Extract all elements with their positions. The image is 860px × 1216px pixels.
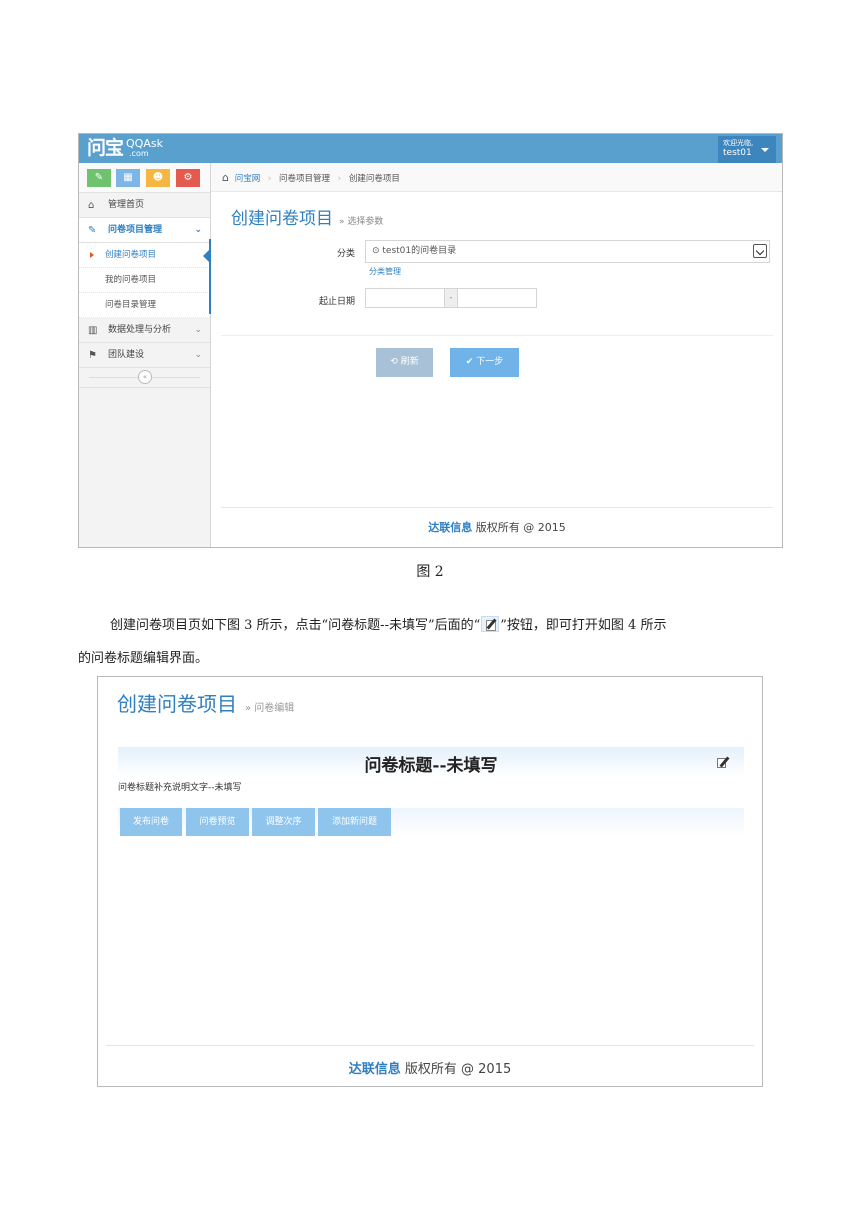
users-icon[interactable]: ☻ <box>146 169 170 187</box>
flag-icon: ⚑ <box>88 350 97 361</box>
footer-copyright: 版权所有 @ 2015 <box>404 1062 512 1077</box>
footer-copyright: 版权所有 @ 2015 <box>475 521 566 534</box>
footer: 达联信息 版权所有 @ 2015 <box>98 1058 762 1077</box>
sidebar-item-team[interactable]: ⚑ 团队建设 ⌄ <box>79 343 210 368</box>
footer-brand: 达联信息 <box>428 521 473 534</box>
sidebar-subitem-dir[interactable]: 问卷目录管理 <box>79 293 210 318</box>
breadcrumb-level1[interactable]: 问卷项目管理 <box>279 174 330 184</box>
collapse-icon[interactable]: « <box>138 370 152 384</box>
chevron-down-icon: ⌄ <box>194 350 202 360</box>
category-manage-link[interactable]: 分类管理 <box>369 266 401 277</box>
breadcrumb-current: 创建问卷项目 <box>348 174 400 184</box>
dropdown-arrow-icon[interactable] <box>753 244 767 258</box>
next-step-button[interactable]: ✔ 下一步 <box>450 348 519 377</box>
footer-brand: 达联信息 <box>348 1062 401 1077</box>
sidebar-subitem-create[interactable]: 创建问卷项目 <box>79 243 210 268</box>
figure-survey-editor: 创建问卷项目» 问卷编辑 问卷标题--未填写 问卷标题补充说明文字--未填写 发… <box>97 676 763 1087</box>
category-select[interactable]: ⊙ test01的问卷目录 <box>365 240 770 263</box>
date-separator: - <box>445 288 457 308</box>
sidebar-item-data[interactable]: ▥ 数据处理与分析 ⌄ <box>79 318 210 343</box>
bar-chart-icon: ▥ <box>88 325 98 336</box>
shortcut-bar: ✎ ▦ ☻ ⚙ <box>79 163 210 193</box>
home-icon: ⌂ <box>88 200 95 211</box>
edit-icon <box>481 616 500 632</box>
end-date-input[interactable] <box>457 288 537 308</box>
survey-toolbar: 发布问卷 问卷预览 调整次序 添加新问题 <box>118 808 744 836</box>
start-date-input[interactable] <box>365 288 445 308</box>
pencil-icon[interactable]: ✎ <box>87 169 111 187</box>
main-content: ⌂ 问宝网 › 问卷项目管理 › 创建问卷项目 创建问卷项目» 选择参数 分类 … <box>211 163 782 547</box>
date-range-label: 起止日期 <box>318 297 355 307</box>
top-navbar: 问宝 QQAsk .com 欢迎光临, test01 <box>79 134 782 163</box>
breadcrumb-root[interactable]: 问宝网 <box>235 174 261 184</box>
sidebar-collapse: « <box>79 368 210 388</box>
user-menu[interactable]: 欢迎光临, test01 <box>718 136 776 163</box>
page-title: 创建问卷项目» 问卷编辑 <box>117 692 295 716</box>
refresh-button[interactable]: ⟲ 刷新 <box>376 348 433 377</box>
breadcrumb: ⌂ 问宝网 › 问卷项目管理 › 创建问卷项目 <box>211 163 782 192</box>
caret-down-icon <box>761 148 769 152</box>
gears-icon[interactable]: ⚙ <box>176 169 200 187</box>
caret-right-icon <box>90 252 94 258</box>
page-subtitle: » 问卷编辑 <box>245 703 295 714</box>
edit-icon: ✎ <box>88 225 97 236</box>
survey-description: 问卷标题补充说明文字--未填写 <box>118 783 242 793</box>
category-label: 分类 <box>336 249 355 259</box>
add-question-button[interactable]: 添加新问题 <box>318 808 391 836</box>
sidebar-item-home[interactable]: ⌂ 管理首页 <box>79 193 210 218</box>
footer: 达联信息 版权所有 @ 2015 <box>211 519 782 535</box>
figure-caption: 图 2 <box>416 564 444 580</box>
sidebar: ✎ ▦ ☻ ⚙ ⌂ 管理首页 ✎ 问卷项目管理 ⌄ 创建问卷项目 我的问卷项目 … <box>79 163 212 547</box>
chevron-down-icon: ⌄ <box>194 325 202 335</box>
preview-button[interactable]: 问卷预览 <box>186 808 249 836</box>
sidebar-subitem-mine[interactable]: 我的问卷项目 <box>79 268 210 293</box>
chart-icon[interactable]: ▦ <box>116 169 140 187</box>
figure-create-survey-params: 问宝 QQAsk .com 欢迎光临, test01 ✎ ▦ ☻ ⚙ ⌂ 管理首… <box>78 133 783 548</box>
edit-icon[interactable] <box>716 756 730 769</box>
page-subtitle: » 选择参数 <box>339 217 384 227</box>
divider <box>221 335 773 336</box>
welcome-text: 欢迎光临, <box>723 139 754 147</box>
check-icon: ✔ <box>465 357 474 367</box>
active-notch <box>203 249 210 263</box>
reorder-button[interactable]: 调整次序 <box>252 808 315 836</box>
survey-title-bar: 问卷标题--未填写 <box>118 747 744 777</box>
publish-button[interactable]: 发布问卷 <box>120 808 182 836</box>
undo-icon: ⟲ <box>390 357 398 367</box>
sidebar-item-survey-mgmt[interactable]: ✎ 问卷项目管理 ⌄ <box>79 218 210 243</box>
site-logo[interactable]: 问宝 QQAsk .com <box>87 137 176 159</box>
chevron-down-icon: ⌄ <box>194 225 202 235</box>
page-title: 创建问卷项目» 选择参数 <box>231 209 384 229</box>
survey-title: 问卷标题--未填写 <box>364 756 498 776</box>
home-icon[interactable]: ⌂ <box>222 171 229 184</box>
